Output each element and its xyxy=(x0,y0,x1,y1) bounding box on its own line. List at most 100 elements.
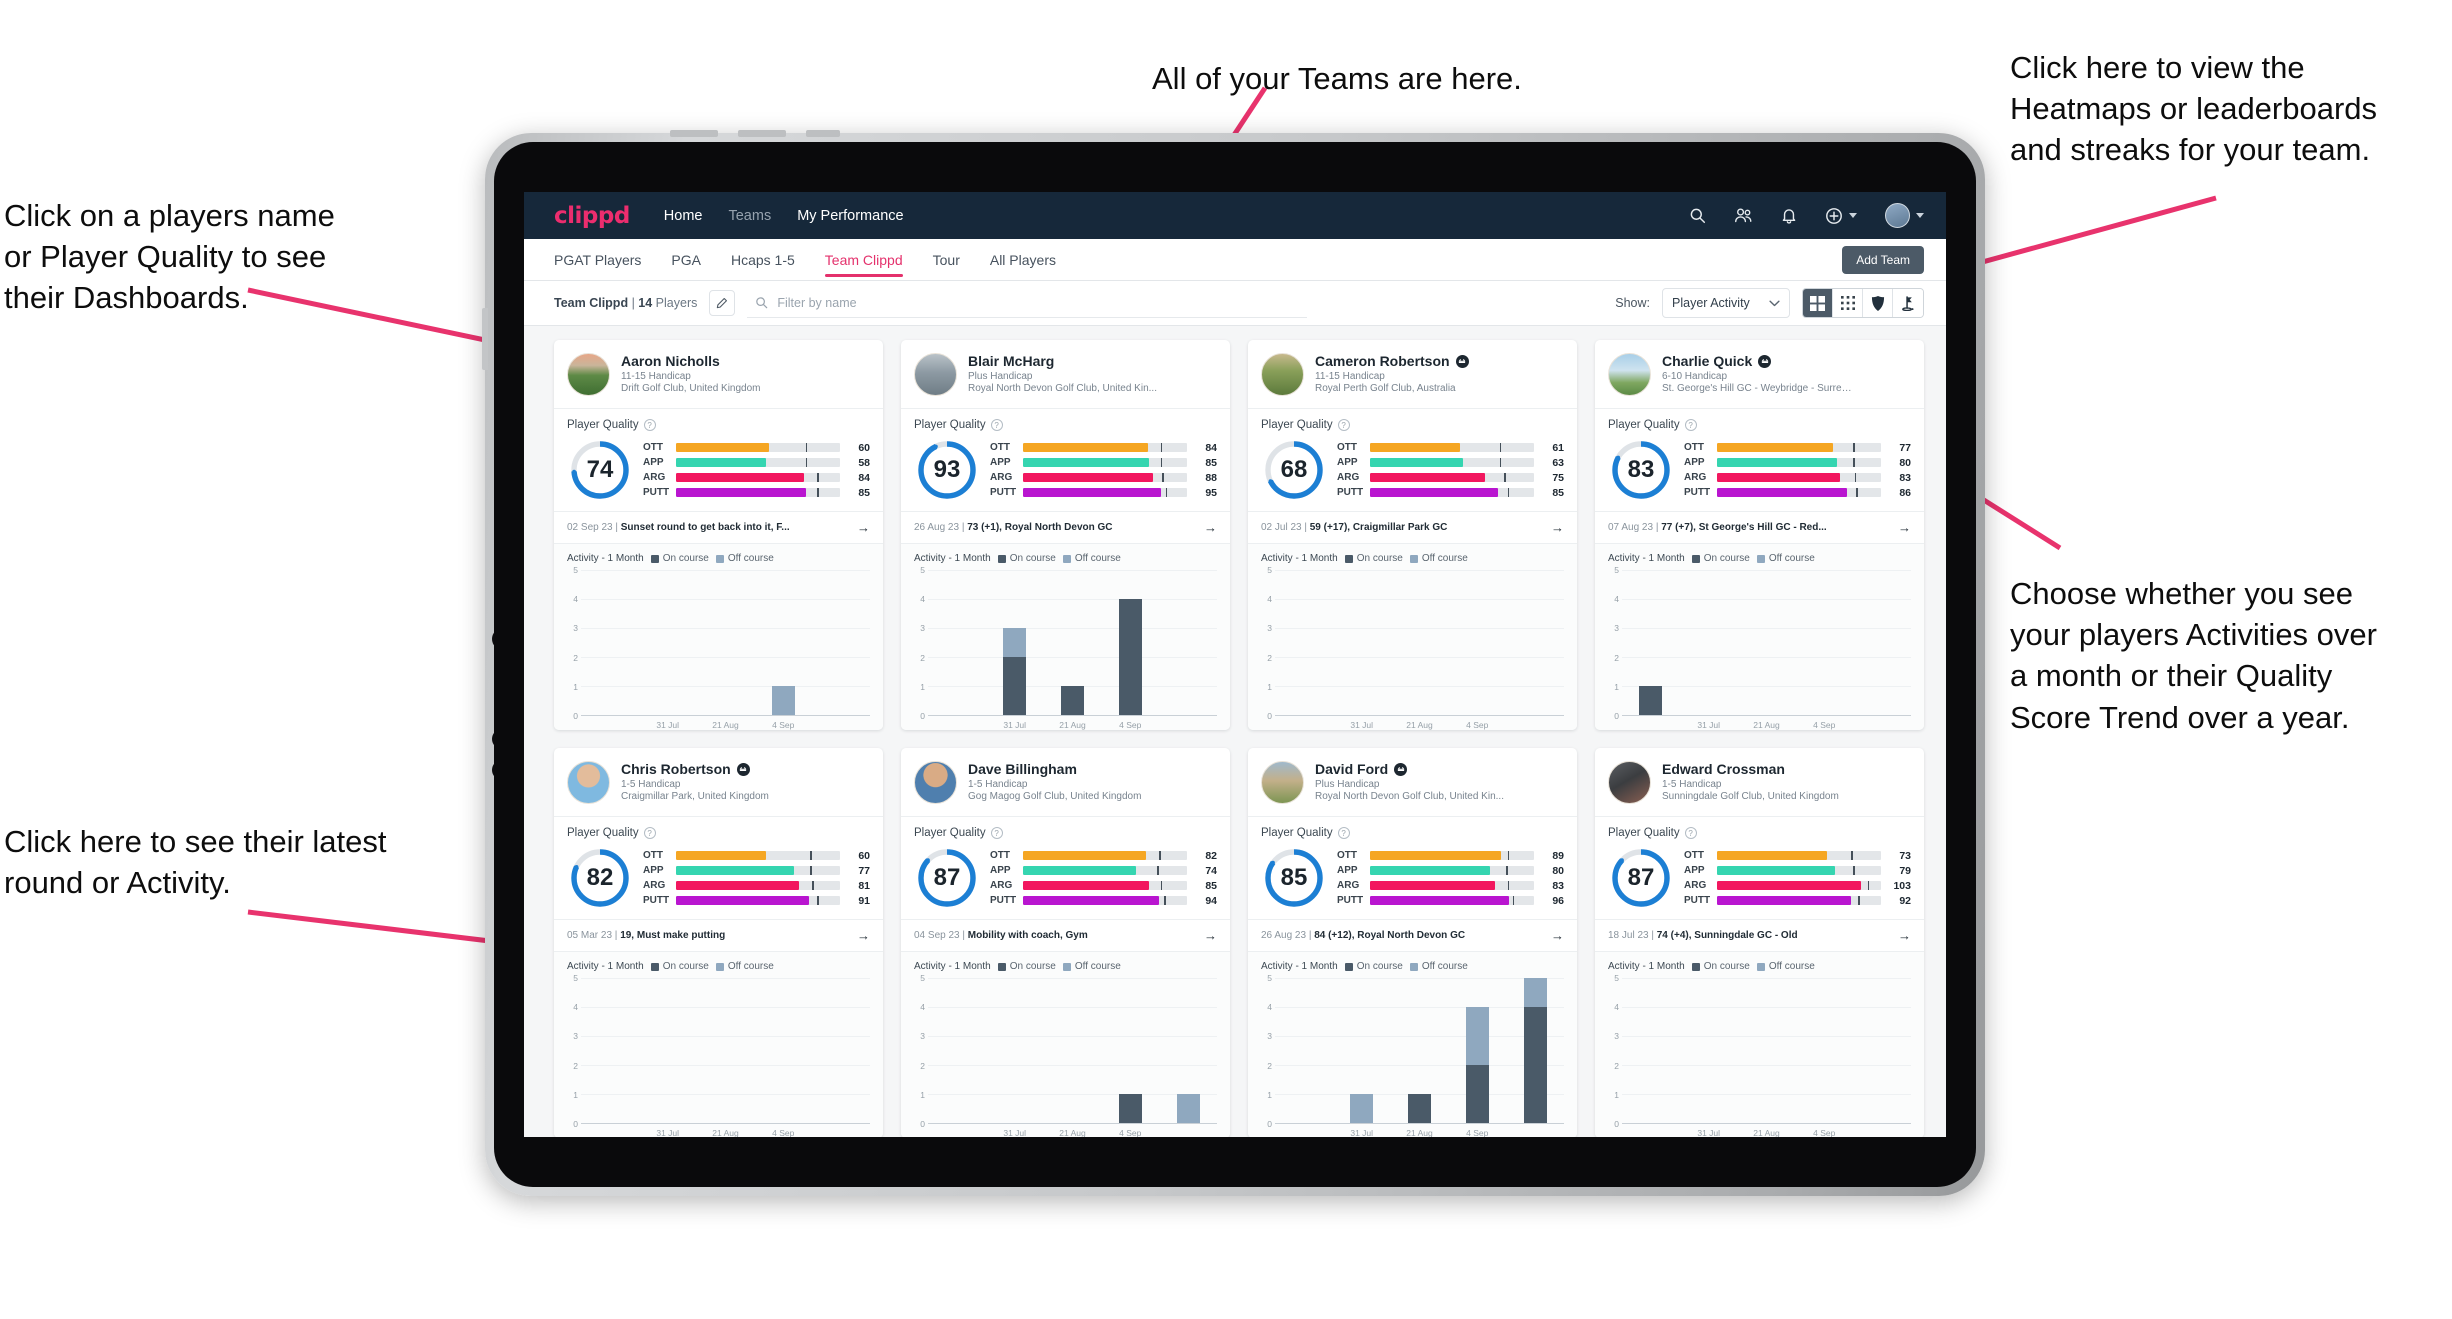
player-name-row[interactable]: Cameron Robertson xyxy=(1315,353,1469,369)
arrow-right-icon[interactable]: → xyxy=(857,928,870,943)
latest-activity-row[interactable]: 04 Sep 23 | Mobility with coach, Gym → xyxy=(901,919,1230,952)
player-quality-section[interactable]: Player Quality ? 85 OTT 89 APP 80 ARG 83… xyxy=(1248,817,1577,919)
pencil-icon[interactable] xyxy=(709,290,736,316)
arrow-right-icon[interactable]: → xyxy=(857,520,870,535)
add-team-button[interactable]: Add Team xyxy=(1842,245,1924,274)
tab-pgat-players[interactable]: PGAT Players xyxy=(554,239,641,281)
player-quality-section[interactable]: Player Quality ? 93 OTT 84 APP 85 ARG 88… xyxy=(901,409,1230,511)
skill-fill xyxy=(676,881,799,890)
help-icon[interactable]: ? xyxy=(1337,419,1350,431)
player-name-row[interactable]: David Ford xyxy=(1315,761,1504,777)
bell-icon[interactable] xyxy=(1781,207,1797,224)
player-card-header[interactable]: Cameron Robertson 11-15 Handicap Royal P… xyxy=(1248,340,1577,408)
help-icon[interactable]: ? xyxy=(990,419,1003,431)
help-icon[interactable]: ? xyxy=(1684,419,1697,431)
skill-bars: OTT 60 APP xyxy=(643,442,870,499)
player-card-header[interactable]: Charlie Quick 6-10 Handicap St. George's… xyxy=(1595,340,1924,408)
player-name-row[interactable]: Chris Robertson xyxy=(621,761,769,777)
bar-stack xyxy=(1350,978,1374,1123)
latest-activity-row[interactable]: 02 Sep 23 | Sunset round to get back int… xyxy=(554,511,883,544)
grid-small-icon[interactable] xyxy=(1833,289,1863,317)
player-name[interactable]: Cameron Robertson xyxy=(1315,353,1450,369)
arrow-right-icon[interactable]: → xyxy=(1551,928,1564,943)
player-card-header[interactable]: David Ford Plus Handicap Royal North Dev… xyxy=(1248,748,1577,816)
search-input[interactable]: Filter by name xyxy=(747,288,1308,318)
player-name[interactable]: David Ford xyxy=(1315,761,1388,777)
help-icon[interactable]: ? xyxy=(1684,827,1697,839)
grid-large-icon[interactable] xyxy=(1803,289,1833,317)
player-name[interactable]: Chris Robertson xyxy=(621,761,731,777)
arrow-right-icon[interactable]: → xyxy=(1204,928,1217,943)
heatmap-shield-icon[interactable] xyxy=(1863,289,1893,317)
player-quality-section[interactable]: Player Quality ? 83 OTT 77 APP 80 ARG 83… xyxy=(1595,409,1924,511)
player-handicap: Plus Handicap xyxy=(968,371,1033,382)
latest-activity-row[interactable]: 18 Jul 23 | 74 (+4), Sunningdale GC - Ol… xyxy=(1595,919,1924,952)
player-name-row[interactable]: Dave Billingham xyxy=(968,761,1141,777)
player-card[interactable]: Dave Billingham 1-5 Handicap Gog Magog G… xyxy=(901,748,1230,1137)
player-name[interactable]: Dave Billingham xyxy=(968,761,1077,777)
player-name-row[interactable]: Blair McHarg xyxy=(968,353,1157,369)
tab-hcaps-1-5[interactable]: Hcaps 1-5 xyxy=(731,239,795,281)
bar-slot xyxy=(1795,978,1853,1123)
latest-activity-row[interactable]: 26 Aug 23 | 84 (+12), Royal North Devon … xyxy=(1248,919,1577,952)
help-icon[interactable]: ? xyxy=(643,419,656,431)
player-card[interactable]: Blair McHarg Plus Handicap Royal North D… xyxy=(901,340,1230,730)
show-select[interactable]: Player Activity xyxy=(1662,288,1790,318)
chevron-down-icon-profile[interactable] xyxy=(1916,213,1924,218)
search-icon[interactable] xyxy=(1689,207,1706,224)
tab-all-players[interactable]: All Players xyxy=(990,239,1056,281)
bar-slot xyxy=(986,570,1044,715)
nav-link-my-performance[interactable]: My Performance xyxy=(797,208,903,224)
skill-track xyxy=(1023,488,1187,497)
x-tick: 21 Aug xyxy=(1059,720,1086,730)
flag-leaderboard-icon[interactable] xyxy=(1893,289,1923,317)
player-quality-section[interactable]: Player Quality ? 87 OTT xyxy=(901,817,1230,919)
player-card-header[interactable]: Dave Billingham 1-5 Handicap Gog Magog G… xyxy=(901,748,1230,816)
tab-team-clippd[interactable]: Team Clippd xyxy=(824,239,903,281)
player-card-header[interactable]: Chris Robertson 1-5 Handicap Craigmillar… xyxy=(554,748,883,816)
arrow-right-icon[interactable]: → xyxy=(1551,520,1564,535)
chevron-down-icon[interactable] xyxy=(1849,213,1857,218)
nav-link-teams[interactable]: Teams xyxy=(728,208,771,224)
people-icon[interactable] xyxy=(1734,207,1753,224)
player-card-header[interactable]: Aaron Nicholls 11-15 Handicap Drift Golf… xyxy=(554,340,883,408)
latest-activity-row[interactable]: 02 Jul 23 | 59 (+17), Craigmillar Park G… xyxy=(1248,511,1577,544)
player-name-row[interactable]: Edward Crossman xyxy=(1662,761,1839,777)
player-card[interactable]: Charlie Quick 6-10 Handicap St. George's… xyxy=(1595,340,1924,730)
nav-link-home[interactable]: Home xyxy=(664,208,703,224)
player-card[interactable]: David Ford Plus Handicap Royal North Dev… xyxy=(1248,748,1577,1137)
player-card-header[interactable]: Edward Crossman 1-5 Handicap Sunningdale… xyxy=(1595,748,1924,816)
tab-pga[interactable]: PGA xyxy=(671,239,701,281)
skill-fill xyxy=(1023,488,1161,497)
help-icon[interactable]: ? xyxy=(990,827,1003,839)
arrow-right-icon[interactable]: → xyxy=(1898,928,1911,943)
player-card[interactable]: Cameron Robertson 11-15 Handicap Royal P… xyxy=(1248,340,1577,730)
clippd-logo[interactable]: clippd xyxy=(554,203,630,229)
player-name-row[interactable]: Aaron Nicholls xyxy=(621,353,761,369)
help-icon[interactable]: ? xyxy=(643,827,656,839)
help-icon[interactable]: ? xyxy=(1337,827,1350,839)
player-name[interactable]: Edward Crossman xyxy=(1662,761,1785,777)
player-quality-section[interactable]: Player Quality ? 74 OTT 60 APP 58 ARG 84… xyxy=(554,409,883,511)
arrow-right-icon[interactable]: → xyxy=(1898,520,1911,535)
latest-activity-row[interactable]: 05 Mar 23 | 19, Must make putting → xyxy=(554,919,883,952)
player-name[interactable]: Blair McHarg xyxy=(968,353,1054,369)
player-name[interactable]: Aaron Nicholls xyxy=(621,353,720,369)
tab-tour[interactable]: Tour xyxy=(933,239,960,281)
y-tick: 0 xyxy=(573,711,578,721)
player-name[interactable]: Charlie Quick xyxy=(1662,353,1752,369)
player-card[interactable]: Edward Crossman 1-5 Handicap Sunningdale… xyxy=(1595,748,1924,1137)
latest-activity-row[interactable]: 26 Aug 23 | 73 (+1), Royal North Devon G… xyxy=(901,511,1230,544)
player-quality-section[interactable]: Player Quality ? 68 OTT 61 APP 63 ARG 75… xyxy=(1248,409,1577,511)
bar-stack xyxy=(1003,570,1027,715)
player-name-row[interactable]: Charlie Quick xyxy=(1662,353,1854,369)
player-card[interactable]: Chris Robertson 1-5 Handicap Craigmillar… xyxy=(554,748,883,1137)
arrow-right-icon[interactable]: → xyxy=(1204,520,1217,535)
player-quality-section[interactable]: Player Quality ? 82 OTT 60 APP 77 ARG 81… xyxy=(554,817,883,919)
player-card-header[interactable]: Blair McHarg Plus Handicap Royal North D… xyxy=(901,340,1230,408)
player-quality-section[interactable]: Player Quality ? 87 OTT xyxy=(1595,817,1924,919)
latest-activity-row[interactable]: 07 Aug 23 | 77 (+7), St George's Hill GC… xyxy=(1595,511,1924,544)
plus-circle-icon[interactable] xyxy=(1825,207,1857,225)
player-card[interactable]: Aaron Nicholls 11-15 Handicap Drift Golf… xyxy=(554,340,883,730)
avatar[interactable] xyxy=(1885,203,1924,228)
